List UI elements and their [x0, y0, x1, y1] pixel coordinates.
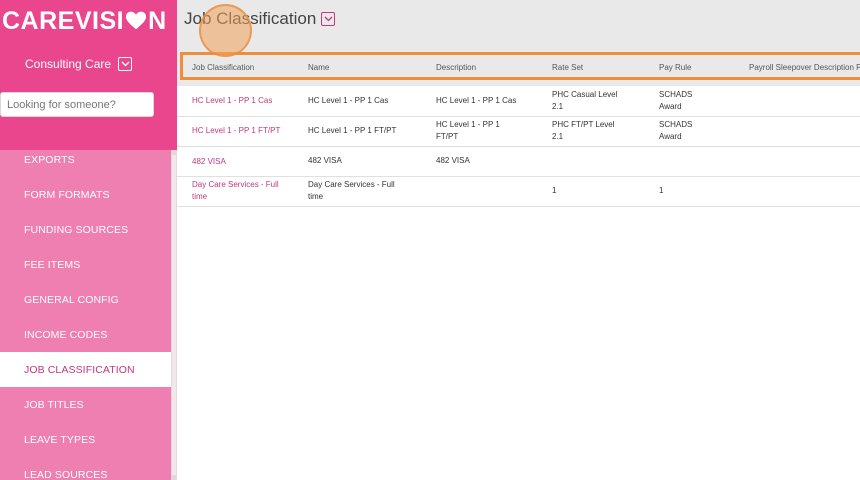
column-header-name[interactable]: Name	[308, 63, 329, 72]
chevron-down-icon[interactable]	[321, 12, 335, 26]
logo-text-prefix: CAREVISI	[2, 6, 125, 35]
sidebar-item-job-classification[interactable]: JOB CLASSIFICATION	[0, 352, 171, 387]
sidebar-item-form-formats[interactable]: FORM FORMATS	[0, 177, 171, 212]
table-row[interactable]	[177, 147, 860, 177]
cell-name: HC Level 1 - PP 1 Cas	[308, 96, 389, 105]
sidebar-item-income-codes[interactable]: INCOME CODES	[0, 317, 171, 352]
sidebar-item-label: JOB TITLES	[24, 398, 84, 411]
sidebar-item-job-titles[interactable]: JOB TITLES	[0, 387, 171, 422]
sidebar-item-label: INCOME CODES	[24, 328, 108, 341]
sidebar-item-label: JOB CLASSIFICATION	[24, 363, 135, 376]
sidebar-item-label: FORM FORMATS	[24, 188, 110, 201]
sidebar: CAREVISI N Consulting Care EXPORTS FORM …	[0, 0, 177, 480]
column-header-payroll-sleepover-description[interactable]: Payroll Sleepover Description Pr	[749, 63, 860, 72]
column-header-pay-rule[interactable]: Pay Rule	[659, 63, 691, 72]
column-header-rate-set[interactable]: Rate Set	[552, 63, 583, 72]
cell-rate-set: 1	[552, 186, 557, 195]
search-input[interactable]	[0, 92, 154, 117]
org-switcher[interactable]: Consulting Care	[25, 57, 133, 71]
sidebar-item-label: FUNDING SOURCES	[24, 223, 129, 236]
job-classification-link[interactable]: HC Level 1 - PP 1 Cas	[192, 95, 272, 107]
sidebar-item-label: GENERAL CONFIG	[24, 293, 119, 306]
chevron-down-icon[interactable]	[118, 57, 133, 71]
cell-rate-set: PHC Casual Level 2.1	[552, 90, 618, 111]
job-classification-link[interactable]: HC Level 1 - PP 1 FT/PT	[192, 125, 280, 137]
sidebar-item-label: LEAVE TYPES	[24, 433, 96, 446]
carevision-logo[interactable]: CAREVISI N	[2, 6, 167, 36]
cell-description: 482 VISA	[436, 156, 470, 165]
logo-text-suffix: N	[148, 6, 167, 35]
cell-name: HC Level 1 - PP 1 FT/PT	[308, 126, 397, 135]
cell-description: HC Level 1 - PP 1 Cas	[436, 96, 517, 105]
click-indicator	[199, 4, 252, 57]
cell-name: Day Care Services - Full time	[308, 180, 395, 201]
column-header-description[interactable]: Description	[436, 63, 476, 72]
job-classification-link[interactable]: 482 VISA	[192, 156, 226, 168]
sidebar-item-general-config[interactable]: GENERAL CONFIG	[0, 282, 171, 317]
cell-description: HC Level 1 - PP 1 FT/PT	[436, 120, 500, 141]
sidebar-scrollbar-thumb[interactable]	[172, 155, 176, 475]
cell-rate-set: PHC FT/PT Level 2.1	[552, 120, 615, 141]
sidebar-item-fee-items[interactable]: FEE ITEMS	[0, 247, 171, 282]
sidebar-item-funding-sources[interactable]: FUNDING SOURCES	[0, 212, 171, 247]
org-name: Consulting Care	[25, 57, 112, 71]
sidebar-item-label: EXPORTS	[24, 153, 75, 166]
job-classification-link[interactable]: Day Care Services - Full time	[192, 179, 279, 203]
table-row[interactable]	[177, 177, 860, 207]
cell-pay-rule: SCHADS Award	[659, 120, 693, 141]
column-header-job-classification[interactable]: Job Classification	[192, 63, 254, 72]
sidebar-item-label: FEE ITEMS	[24, 258, 81, 271]
cell-name: 482 VISA	[308, 156, 342, 165]
table-row[interactable]	[177, 86, 860, 117]
sidebar-item-label: LEAD SOURCES	[24, 468, 108, 480]
sidebar-item-lead-sources[interactable]: LEAD SOURCES	[0, 457, 171, 480]
sidebar-item-leave-types[interactable]: LEAVE TYPES	[0, 422, 171, 457]
cell-pay-rule: 1	[659, 186, 664, 195]
heart-icon	[126, 11, 147, 30]
sidebar-item-exports[interactable]: EXPORTS	[0, 142, 171, 177]
cell-pay-rule: SCHADS Award	[659, 90, 693, 111]
